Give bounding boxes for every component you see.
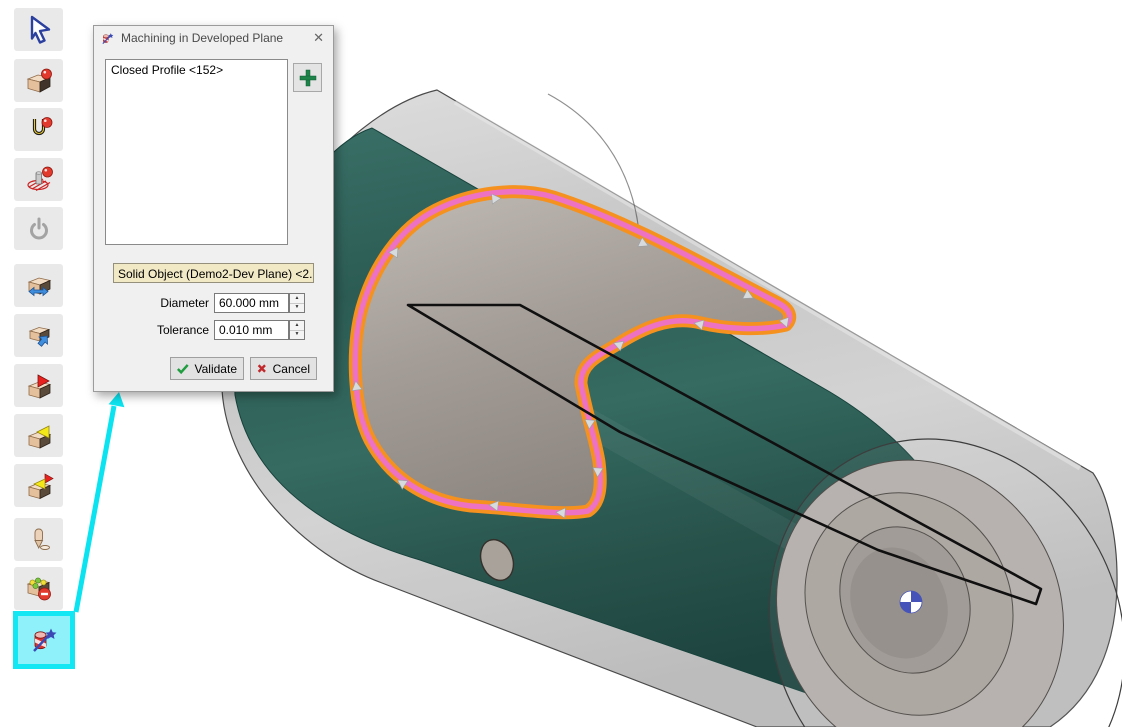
- machining-developed-plane-tool[interactable]: [13, 611, 75, 669]
- drill-feature-tool[interactable]: [14, 518, 63, 561]
- move-feature-tool[interactable]: [14, 264, 63, 307]
- drop-feature-tool[interactable]: [14, 314, 63, 357]
- flank-machining-tool[interactable]: [14, 158, 63, 201]
- yellow-flag-feature-tool[interactable]: [14, 414, 63, 457]
- drill-pin-icon: [23, 524, 55, 556]
- machining-dialog: Machining in Developed Plane ✕ Closed Pr…: [93, 25, 334, 392]
- block-down-arrow-icon: [23, 320, 55, 352]
- x-icon: [257, 363, 267, 374]
- diameter-stepper[interactable]: ▲ ▼: [289, 293, 305, 313]
- tolerance-step-down-icon[interactable]: ▼: [290, 330, 304, 340]
- groove-feature-tool[interactable]: [14, 108, 63, 151]
- dialog-icon: [100, 31, 115, 46]
- tolerance-stepper[interactable]: ▲ ▼: [289, 320, 305, 340]
- app-window: Machining in Developed Plane ✕ Closed Pr…: [0, 0, 1122, 727]
- power-tool-disabled: [14, 207, 63, 250]
- diameter-step-down-icon[interactable]: ▼: [290, 303, 304, 313]
- check-icon: [177, 363, 189, 375]
- block-yellow-flag-icon: [23, 420, 55, 452]
- diameter-input[interactable]: 60.000 mm: [214, 293, 289, 313]
- cursor-icon: [23, 14, 55, 46]
- tolerance-input[interactable]: 0.010 mm: [214, 320, 289, 340]
- block-red-flag-icon: [23, 370, 55, 402]
- dual-flag-feature-tool[interactable]: [14, 464, 63, 507]
- select-tool[interactable]: [14, 8, 63, 51]
- profile-list[interactable]: Closed Profile <152>: [105, 59, 288, 245]
- diameter-step-up-icon[interactable]: ▲: [290, 294, 304, 303]
- power-icon: [23, 213, 55, 245]
- diameter-label: Diameter: [114, 293, 209, 313]
- dialog-title: Machining in Developed Plane: [121, 31, 310, 45]
- solid-object-button[interactable]: Solid Object (Demo2-Dev Plane) <2...: [113, 263, 314, 283]
- profile-list-item[interactable]: Closed Profile <152>: [111, 63, 282, 77]
- dialog-titlebar[interactable]: Machining in Developed Plane ✕: [94, 26, 333, 50]
- callout-arrow: [76, 392, 124, 612]
- validate-label: Validate: [195, 362, 237, 376]
- block-move-arrow-icon: [23, 270, 55, 302]
- groove-red-ball-icon: [23, 114, 55, 146]
- remove-feature-tool[interactable]: [14, 567, 63, 610]
- flank-plane-icon: [23, 164, 55, 196]
- block-red-ball-icon: [23, 65, 55, 97]
- cancel-button[interactable]: Cancel: [250, 357, 317, 380]
- red-flag-feature-tool[interactable]: [14, 364, 63, 407]
- block-dual-flag-icon: [23, 470, 55, 502]
- block-remove-icon: [23, 573, 55, 605]
- validate-button[interactable]: Validate: [170, 357, 244, 380]
- close-icon[interactable]: ✕: [310, 30, 327, 46]
- plus-icon: [298, 68, 318, 88]
- pocket-feature-tool[interactable]: [14, 59, 63, 102]
- add-profile-button[interactable]: [293, 63, 322, 92]
- tolerance-step-up-icon[interactable]: ▲: [290, 321, 304, 330]
- tolerance-label: Tolerance: [114, 320, 209, 340]
- cancel-label: Cancel: [273, 362, 310, 376]
- developed-plane-icon: [28, 624, 60, 656]
